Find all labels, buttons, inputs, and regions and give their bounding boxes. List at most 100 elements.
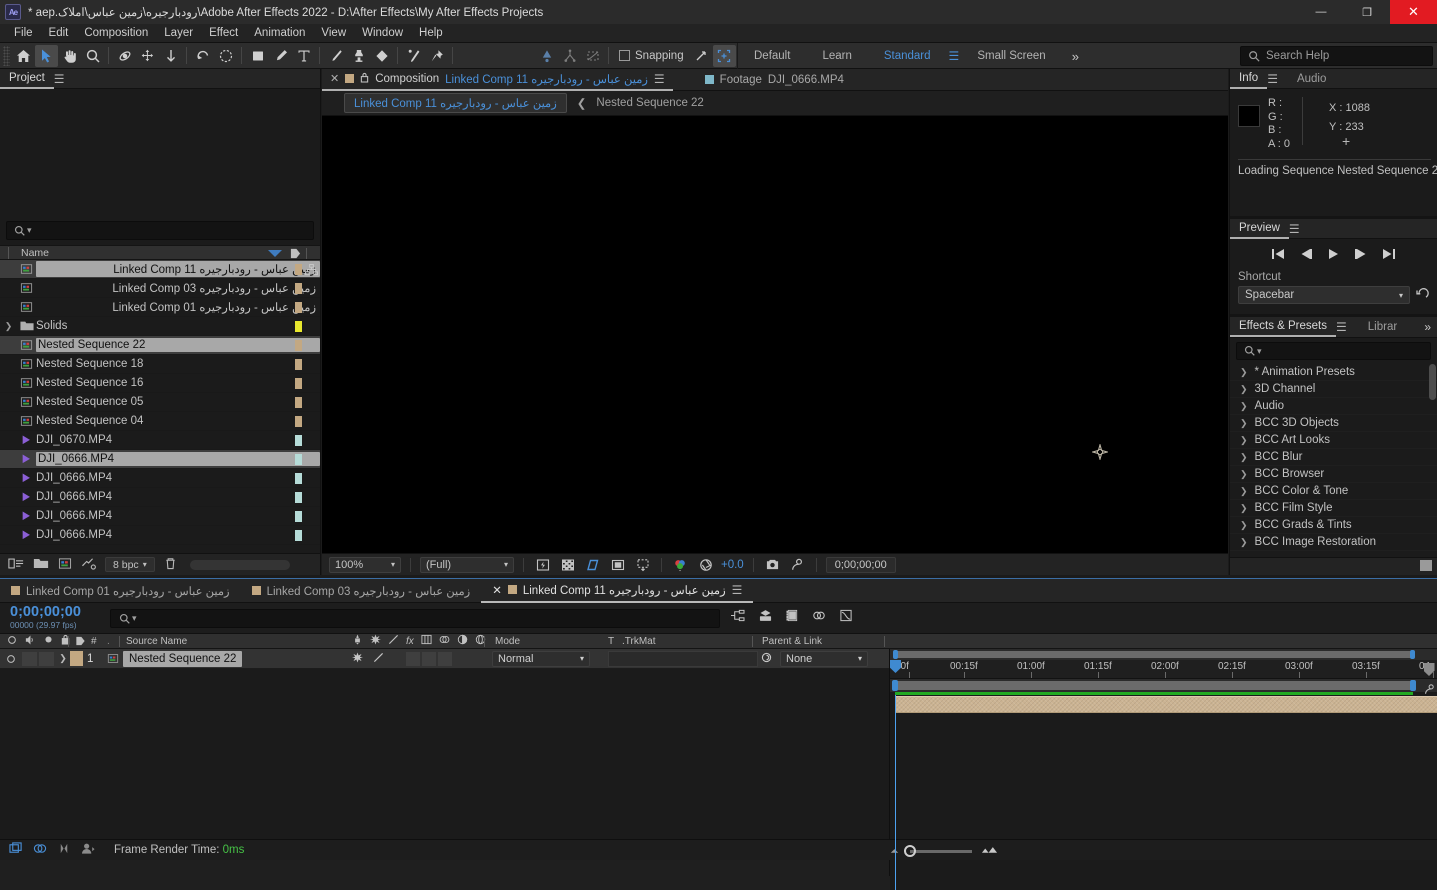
list-item[interactable]: ❯ BCC Image Restoration (1230, 534, 1437, 551)
new-interpretation-icon[interactable] (8, 557, 24, 573)
parent-and-link-header[interactable]: Parent & Link (762, 634, 822, 649)
take-snapshot-icon[interactable] (763, 556, 782, 573)
mesh-icon[interactable] (558, 45, 581, 67)
chevron-right-icon[interactable]: ❯ (1240, 435, 1248, 446)
layer-duration-bar[interactable] (895, 696, 1437, 713)
workspace-standard[interactable]: Standard (868, 43, 947, 69)
current-timecode[interactable]: 0;00;00;00 (0, 605, 81, 620)
list-item[interactable]: ❯ BCC Color & Tone (1230, 483, 1437, 500)
close-timeline-tab-icon[interactable]: ✕ (492, 583, 502, 597)
viewer-timecode[interactable]: 0;00;00;00 (825, 556, 896, 573)
breadcrumb-active-comp[interactable]: زمین عباس - رودبارجیره Linked Comp 11 (344, 93, 567, 113)
list-item[interactable]: Nested Sequence 16 (0, 374, 320, 393)
effects-scrollbar[interactable] (1429, 364, 1436, 400)
search-dropdown-icon[interactable]: ▾ (27, 225, 32, 236)
chevron-right-icon[interactable]: ❯ (1240, 503, 1248, 514)
project-search-input[interactable]: ▾ (6, 221, 314, 240)
parent-pickwhip-icon[interactable] (760, 651, 773, 667)
in-out-panel-toggle-icon[interactable] (57, 842, 71, 858)
tab-preview[interactable]: Preview (1230, 219, 1289, 239)
trkmat-header[interactable]: . TrkMat (622, 634, 656, 649)
list-item[interactable]: ❯ BCC 3D Objects (1230, 415, 1437, 432)
tab-libraries[interactable]: Librar (1359, 317, 1406, 337)
composition-panel-menu-icon[interactable]: ☰ (654, 72, 665, 86)
tab-info[interactable]: Info (1230, 69, 1268, 89)
close-button[interactable]: ✕ (1390, 0, 1437, 24)
column-name-label[interactable]: Name (8, 246, 49, 259)
layer-label-swatch[interactable] (70, 651, 83, 666)
label-color-swatch[interactable] (295, 416, 302, 427)
list-item[interactable]: ❯ Solids (0, 317, 320, 336)
label-color-swatch[interactable] (295, 397, 302, 408)
label-color-swatch[interactable] (295, 378, 302, 389)
layer-parent-dropdown[interactable]: None ▾ (780, 650, 868, 667)
snapping-checkbox[interactable] (619, 50, 630, 61)
exposure-value[interactable]: +0.0 (721, 559, 744, 571)
new-composition-icon[interactable] (58, 557, 72, 573)
label-color-swatch[interactable] (295, 530, 302, 541)
layer-fx-cell[interactable] (406, 651, 420, 666)
label-color-swatch[interactable] (295, 340, 302, 351)
anchor-point-icon[interactable] (1090, 442, 1110, 462)
transparency-grid-icon[interactable] (558, 556, 577, 573)
frame-blending-icon[interactable] (812, 609, 826, 625)
close-tab-icon[interactable]: ✕ (330, 72, 339, 85)
layer-trkmat-dropdown[interactable] (608, 650, 758, 667)
previous-frame-button[interactable] (1299, 248, 1313, 263)
composition-mini-flowchart-icon[interactable] (730, 609, 745, 625)
channel-selector-icon[interactable] (671, 556, 690, 573)
eraser-tool-icon[interactable] (370, 45, 393, 67)
scrollbar-right-handle[interactable] (1410, 650, 1415, 659)
list-item[interactable]: زمین عباس - رودبارجیره Linked Comp 11 (0, 260, 320, 279)
shape-tool-icon[interactable] (246, 45, 269, 67)
snapping-arrow-icon[interactable] (690, 45, 713, 67)
tab-effects-presets[interactable]: Effects & Presets (1230, 317, 1336, 337)
chevron-right-icon[interactable]: ❯ (1240, 367, 1248, 378)
list-item[interactable]: ❯ * Animation Presets (1230, 364, 1437, 381)
layer-blending-mode-dropdown[interactable]: Normal ▾ (492, 650, 590, 667)
effects-more-icon[interactable]: » (1424, 320, 1431, 334)
adjustment-layer-icon[interactable] (457, 634, 468, 648)
effects-header-label[interactable]: fx (406, 636, 414, 647)
project-panel-menu-icon[interactable]: ☰ (54, 72, 65, 86)
list-item[interactable]: ❯ BCC Grads & Tints (1230, 517, 1437, 534)
list-item[interactable]: ❯ BCC Art Looks (1230, 432, 1437, 449)
work-area-fill[interactable] (893, 681, 1415, 690)
roto-brush-tool-icon[interactable] (214, 45, 237, 67)
effects-search-dropdown-icon[interactable]: ▾ (1257, 346, 1262, 357)
bit-depth-button[interactable]: 8 bpc ▾ (105, 557, 155, 572)
shy-icon[interactable] (352, 634, 363, 648)
exposure-reset-icon[interactable] (696, 556, 715, 573)
timeline-tab[interactable]: ✕ زمین عباس - رودبارجیره Linked Comp 11 ☰ (481, 579, 754, 603)
transform-box-icon[interactable] (712, 44, 736, 67)
layer-visibility-toggle[interactable] (0, 654, 22, 664)
zoom-tool-icon[interactable] (81, 45, 104, 67)
menu-layer[interactable]: Layer (156, 24, 201, 43)
scrollbar-thumb[interactable] (893, 651, 1415, 658)
restore-button[interactable]: ❐ (1344, 0, 1390, 24)
show-snapshot-icon[interactable] (788, 556, 807, 573)
effects-category-list[interactable]: ❯ * Animation Presets ❯ 3D Channel ❯ Audio ❯ BC… (1230, 364, 1437, 554)
video-visibility-icon[interactable] (7, 635, 17, 648)
work-area-bar[interactable] (890, 679, 1437, 692)
label-color-swatch[interactable] (295, 264, 302, 275)
label-color-swatch[interactable] (295, 492, 302, 503)
timeline-tab[interactable]: زمین عباس - رودبارجیره Linked Comp 03 (241, 579, 482, 603)
quality-icon[interactable] (388, 634, 399, 648)
chevron-right-icon[interactable]: ❯ (1240, 520, 1248, 531)
menu-edit[interactable]: Edit (41, 24, 77, 43)
workspace-learn[interactable]: Learn (806, 43, 867, 69)
pen-tool-icon[interactable] (269, 45, 292, 67)
list-item[interactable]: ❯ BCC Film Style (1230, 500, 1437, 517)
composition-settings-icon[interactable] (633, 556, 652, 573)
list-item[interactable]: Nested Sequence 04 (0, 412, 320, 431)
timeline-panel-menu-icon[interactable]: ☰ (732, 583, 743, 597)
layer-source-name[interactable]: Nested Sequence 22 (123, 650, 243, 667)
next-frame-button[interactable] (1354, 248, 1368, 263)
list-item[interactable]: ❯ BCC Blur (1230, 449, 1437, 466)
dolly-tool-icon[interactable] (159, 45, 182, 67)
list-item[interactable]: DJI_0666.MP4 (0, 526, 320, 545)
mode-header[interactable]: Mode (495, 634, 520, 649)
playhead-line[interactable] (895, 695, 896, 890)
region-of-interest-icon[interactable] (583, 556, 602, 573)
